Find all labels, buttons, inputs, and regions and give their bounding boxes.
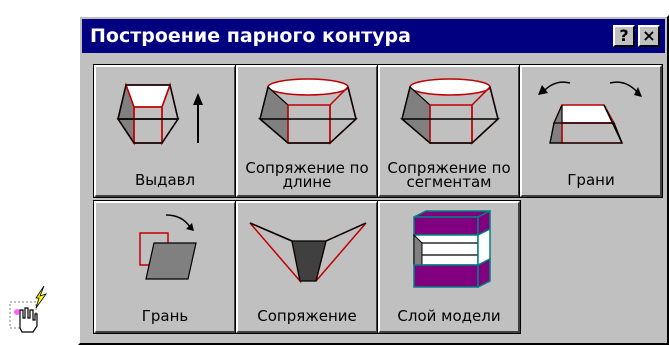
extrude-button[interactable]: Выдавл xyxy=(93,64,237,198)
model-layer-label: Слой модели xyxy=(397,307,501,325)
face-label: Грань xyxy=(141,307,189,325)
title-bar[interactable]: Построение парного контура ? × xyxy=(82,19,665,53)
extrude-label: Выдавл xyxy=(134,171,196,189)
help-button[interactable]: ? xyxy=(613,25,635,47)
blend-by-length-button[interactable]: Сопряжение по длине xyxy=(235,64,379,198)
close-button[interactable]: × xyxy=(638,25,660,47)
faces-label: Грани xyxy=(567,171,615,189)
hand-cursor-icon xyxy=(9,285,48,333)
faces-button[interactable]: Грани xyxy=(519,64,663,198)
blend-button[interactable]: Сопряжение xyxy=(235,200,379,334)
face-button[interactable]: Грань xyxy=(93,200,237,334)
blend-by-segments-button[interactable]: Сопряжение по сегментам xyxy=(377,64,521,198)
model-layer-button[interactable]: Слой модели xyxy=(377,200,521,334)
tool-grid: Выдавл Сопряжение по длине Сопряжение по… xyxy=(93,64,663,334)
blend-by-segments-label: Сопряжение по сегментам xyxy=(387,159,511,191)
blend-by-length-label: Сопряжение по длине xyxy=(245,159,369,191)
blend-label: Сопряжение xyxy=(257,307,357,325)
paired-contour-window: Построение парного контура ? × Выдавл Со… xyxy=(78,15,669,345)
window-title: Построение парного контура xyxy=(90,25,411,47)
